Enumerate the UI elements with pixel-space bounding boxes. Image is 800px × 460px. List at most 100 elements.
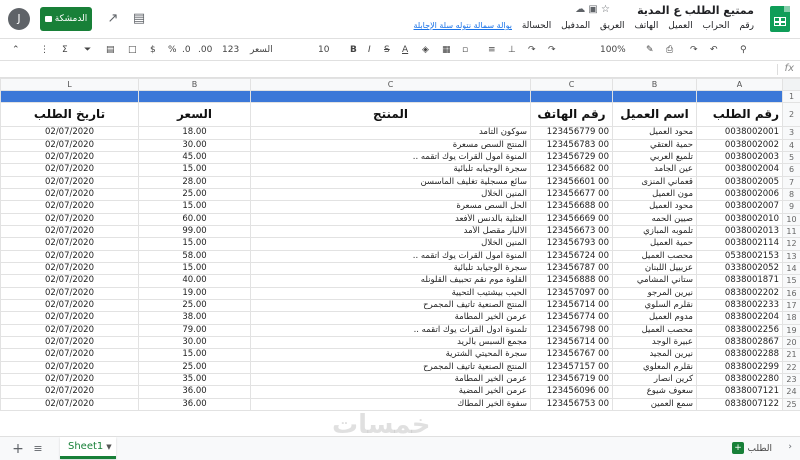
header-cell-date[interactable]: تاريخ الطلب	[0, 102, 139, 128]
cell-price[interactable]: 45.00	[138, 150, 251, 165]
cell-date[interactable]: 02/07/2020	[0, 126, 139, 140]
cell-price[interactable]: 36.00	[138, 397, 251, 411]
wrap-icon[interactable]: ↷	[528, 43, 536, 57]
cell-price[interactable]: 35.00	[138, 372, 251, 387]
menu-item[interactable]: العميل	[668, 21, 692, 31]
cell-id[interactable]: 0838002288	[696, 348, 783, 362]
explore-button[interactable]: الطلب	[748, 439, 772, 459]
cell-product[interactable]: المنوة امول القرات يوك اتقمه ..	[250, 150, 531, 165]
cell-phone[interactable]: 00 123456787	[530, 261, 613, 276]
cell-date[interactable]: 02/07/2020	[0, 261, 139, 276]
row-number[interactable]: 22	[782, 360, 800, 374]
column-header[interactable]: A	[696, 78, 783, 91]
sheet-tab[interactable]: Sheet1 ▼	[60, 437, 116, 459]
cell-id[interactable]: 0038002013	[696, 224, 783, 239]
cell-name[interactable]: حمية العميل	[612, 237, 697, 251]
header-cell-price[interactable]: السعر	[138, 102, 251, 128]
cell-product[interactable]: الحل السص مسعرة	[250, 200, 531, 214]
cell[interactable]	[530, 89, 613, 104]
cell-product[interactable]: مجمع السبس بالريد	[250, 335, 531, 350]
cell-id[interactable]: 0038002003	[696, 150, 783, 165]
comments-icon[interactable]: ▤	[130, 10, 148, 28]
cell-phone[interactable]: 00 123456714	[530, 335, 613, 350]
cell-name[interactable]: تلميع العربي	[612, 150, 697, 165]
menu-item[interactable]: الهاتف	[634, 21, 658, 31]
cell-phone[interactable]: 00 123456729	[530, 150, 613, 165]
cell-price[interactable]: 25.00	[138, 187, 251, 202]
cell-date[interactable]: 02/07/2020	[0, 360, 139, 374]
cell-name[interactable]: عزبييل اللبنان	[612, 261, 697, 276]
cell[interactable]	[138, 89, 251, 104]
rotate-icon[interactable]: ↷	[548, 43, 556, 57]
cell-name[interactable]: محود العميل	[612, 126, 697, 140]
cell-phone[interactable]: 00 123456714	[530, 298, 613, 313]
cell-phone[interactable]: 00 123456601	[530, 175, 613, 189]
cell-phone[interactable]: 00 123456669	[530, 212, 613, 226]
cell-id[interactable]: 0838002202	[696, 286, 783, 300]
cell-date[interactable]: 02/07/2020	[0, 311, 139, 325]
cell-phone[interactable]: 00 123456783	[530, 138, 613, 152]
cell-product[interactable]: عرمن الخير المطامة	[250, 372, 531, 387]
font-family-select[interactable]: السعر	[250, 43, 300, 57]
explore-icon[interactable]: +	[732, 442, 744, 454]
merge-cells-icon[interactable]: ▫	[462, 43, 468, 57]
cell-date[interactable]: 02/07/2020	[0, 138, 139, 152]
cell-product[interactable]: سجرة الوجيابه تلبائية	[250, 163, 531, 177]
spreadsheet-grid[interactable]: A B C C B L 1 2 رقم الطلب اسم العميل رقم…	[0, 78, 800, 436]
row-number[interactable]: 1	[782, 89, 800, 104]
cell-id[interactable]: 0838002204	[696, 311, 783, 325]
chevron-right-icon[interactable]: ›	[788, 442, 792, 452]
cell-id[interactable]: 0838007122	[696, 397, 783, 411]
cell-id[interactable]: 0538002153	[696, 249, 783, 263]
cell-date[interactable]: 02/07/2020	[0, 323, 139, 337]
cell-name[interactable]: صيين الحمه	[612, 212, 697, 226]
row-number[interactable]: 16	[782, 286, 800, 300]
cell-product[interactable]: القلوة موم نقم تحبيف القلونله	[250, 274, 531, 288]
column-header[interactable]: C	[530, 78, 613, 91]
cell-date[interactable]: 02/07/2020	[0, 237, 139, 251]
header-cell-order-id[interactable]: رقم الطلب	[696, 102, 783, 128]
cell-name[interactable]: سمع العمين	[612, 397, 697, 411]
cell-name[interactable]: عين الجامد	[612, 163, 697, 177]
cell-date[interactable]: 02/07/2020	[0, 348, 139, 362]
row-number[interactable]: 15	[782, 274, 800, 288]
menu-item[interactable]: الحسالة	[522, 21, 551, 31]
last-edit-link[interactable]: بوالة سمالة نتوله سلة الإجابلة	[414, 21, 512, 30]
cell-phone[interactable]: 00 123456096	[530, 385, 613, 399]
cell-id[interactable]: 0838002299	[696, 360, 783, 374]
row-number[interactable]: 6	[782, 163, 800, 177]
cell-phone[interactable]: 00 123456774	[530, 311, 613, 325]
cell-price[interactable]: 15.00	[138, 348, 251, 362]
formula-bar[interactable]: fx	[0, 60, 800, 78]
cell-name[interactable]: تلموبه المبازي	[612, 224, 697, 239]
valign-icon[interactable]: ⊥	[508, 43, 516, 57]
row-number[interactable]: 18	[782, 311, 800, 325]
currency-format[interactable]: $	[150, 43, 156, 57]
cell-id[interactable]: 0038002002	[696, 138, 783, 152]
cell-id[interactable]: 0838007121	[696, 385, 783, 399]
cell-price[interactable]: 25.00	[138, 298, 251, 313]
cell-phone[interactable]: 00 123456888	[530, 274, 613, 288]
cell-name[interactable]: محصب العميل	[612, 323, 697, 337]
chart-icon[interactable]: ▤	[106, 43, 115, 57]
cell-product[interactable]: تلمنوة ادول القرات يوك اتقمه ..	[250, 323, 531, 337]
row-number[interactable]: 13	[782, 249, 800, 263]
cell[interactable]	[0, 89, 139, 104]
cell-price[interactable]: 58.00	[138, 249, 251, 263]
cell-name[interactable]: مدوم العميل	[612, 311, 697, 325]
row-number[interactable]: 3	[782, 126, 800, 140]
cell-product[interactable]: سفوة الخير المطاك	[250, 397, 531, 411]
cell-product[interactable]: المنتج الصنعية تاتيف المجمرح	[250, 360, 531, 374]
redo-icon[interactable]: ↷	[690, 43, 698, 57]
cell-price[interactable]: 30.00	[138, 138, 251, 152]
menu-item[interactable]: العريق	[600, 21, 625, 31]
cell-name[interactable]: محود العميل	[612, 200, 697, 214]
italic-icon[interactable]: I	[368, 43, 371, 57]
cell-product[interactable]: المنين الخلال	[250, 237, 531, 251]
row-number[interactable]: 20	[782, 335, 800, 350]
row-number[interactable]: 14	[782, 261, 800, 276]
cell-product[interactable]: سائع مسجلية تغليف الماسسن	[250, 175, 531, 189]
cell-price[interactable]: 40.00	[138, 274, 251, 288]
cell-id[interactable]: 0038002006	[696, 187, 783, 202]
menu-item[interactable]: المدفيل	[561, 21, 590, 31]
